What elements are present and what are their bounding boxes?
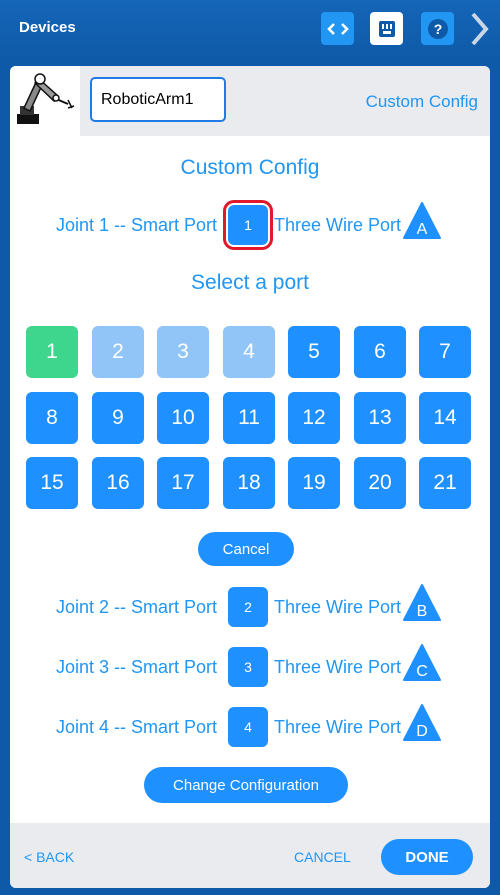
change-configuration-button[interactable]: Change Configuration (144, 767, 348, 803)
port-button-1[interactable]: 1 (26, 326, 78, 378)
code-button[interactable] (321, 12, 354, 45)
device-panel: Custom Config Custom Config Joint 1 -- S… (10, 66, 490, 888)
joint-1-wire-port-letter: A (417, 221, 428, 238)
port-button-6[interactable]: 6 (354, 326, 406, 378)
joint-1-wire-label: Three Wire Port (274, 215, 402, 235)
port-button-3[interactable]: 3 (157, 326, 209, 378)
cancel-select-button[interactable]: Cancel (198, 532, 294, 566)
joint-3-wire-port-letter: C (416, 663, 428, 680)
code-icon (326, 22, 349, 35)
joint-row-4: Joint 4 -- Smart Port 4 Three Wire Port … (10, 704, 490, 751)
joint-row-3: Joint 3 -- Smart Port 3 Three Wire Port … (10, 644, 490, 691)
joint-3-port-chip[interactable]: 3 (228, 647, 268, 687)
joint-1-label: Joint 1 -- Smart Port (56, 215, 218, 235)
port-button-19[interactable]: 19 (288, 457, 340, 509)
port-button-8[interactable]: 8 (26, 392, 78, 444)
port-button-14[interactable]: 14 (419, 392, 471, 444)
joint-2-port-chip[interactable]: 2 (228, 587, 268, 627)
joint-2-wire-port-letter: B (417, 603, 428, 620)
joint-2-wire-label: Three Wire Port (274, 597, 402, 617)
port-button-11[interactable]: 11 (223, 392, 275, 444)
footer-bar: < BACK CANCEL DONE (10, 823, 490, 888)
select-port-title: Select a port (191, 271, 309, 294)
port-button-5[interactable]: 5 (288, 326, 340, 378)
done-button[interactable]: DONE (381, 839, 473, 875)
joint-4-label: Joint 4 -- Smart Port (56, 717, 218, 737)
device-name-input[interactable] (90, 77, 226, 122)
joint-4-wire-port[interactable]: D (402, 703, 442, 743)
chevron-right-icon[interactable] (468, 10, 490, 48)
port-button-12[interactable]: 12 (288, 392, 340, 444)
device-header: Custom Config (10, 66, 490, 136)
custom-config-link[interactable]: Custom Config (366, 92, 478, 112)
joint-1-port-chip[interactable]: 1 (223, 200, 273, 250)
custom-config-title: Custom Config (180, 156, 320, 179)
help-icon: ? (427, 18, 448, 39)
port-button-20[interactable]: 20 (354, 457, 406, 509)
joint-3-label: Joint 3 -- Smart Port (56, 657, 218, 677)
joint-1-wire-port[interactable]: A (402, 201, 442, 241)
port-button-16[interactable]: 16 (92, 457, 144, 509)
port-button-2[interactable]: 2 (92, 326, 144, 378)
joint-3-wire-label: Three Wire Port (274, 657, 402, 677)
port-button-9[interactable]: 9 (92, 392, 144, 444)
port-button-7[interactable]: 7 (419, 326, 471, 378)
joint-3-wire-port[interactable]: C (402, 643, 442, 683)
device-thumbnail (10, 66, 80, 136)
port-button-21[interactable]: 21 (419, 457, 471, 509)
cancel-button[interactable]: CANCEL (294, 849, 351, 865)
help-button[interactable]: ? (421, 12, 454, 45)
back-button[interactable]: < BACK (24, 849, 74, 865)
top-bar: Devices ? (0, 0, 500, 60)
joint-2-label: Joint 2 -- Smart Port (56, 597, 218, 617)
page-title: Devices (19, 19, 76, 36)
joint-4-wire-label: Three Wire Port (274, 717, 402, 737)
port-button-10[interactable]: 10 (157, 392, 209, 444)
port-button-13[interactable]: 13 (354, 392, 406, 444)
joint-row-1: Joint 1 -- Smart Port 1 Three Wire Port … (10, 200, 490, 250)
port-icon (378, 20, 395, 37)
robotic-arm-icon (17, 73, 75, 124)
joint-2-wire-port[interactable]: B (402, 583, 442, 623)
port-button-18[interactable]: 18 (223, 457, 275, 509)
joint-4-wire-port-letter: D (416, 723, 428, 740)
port-button-4[interactable]: 4 (223, 326, 275, 378)
joint-row-2: Joint 2 -- Smart Port 2 Three Wire Port … (10, 584, 490, 631)
joint-4-port-chip[interactable]: 4 (228, 707, 268, 747)
svg-text:?: ? (433, 21, 442, 37)
port-button-15[interactable]: 15 (26, 457, 78, 509)
port-button-17[interactable]: 17 (157, 457, 209, 509)
port-button[interactable] (370, 12, 403, 45)
